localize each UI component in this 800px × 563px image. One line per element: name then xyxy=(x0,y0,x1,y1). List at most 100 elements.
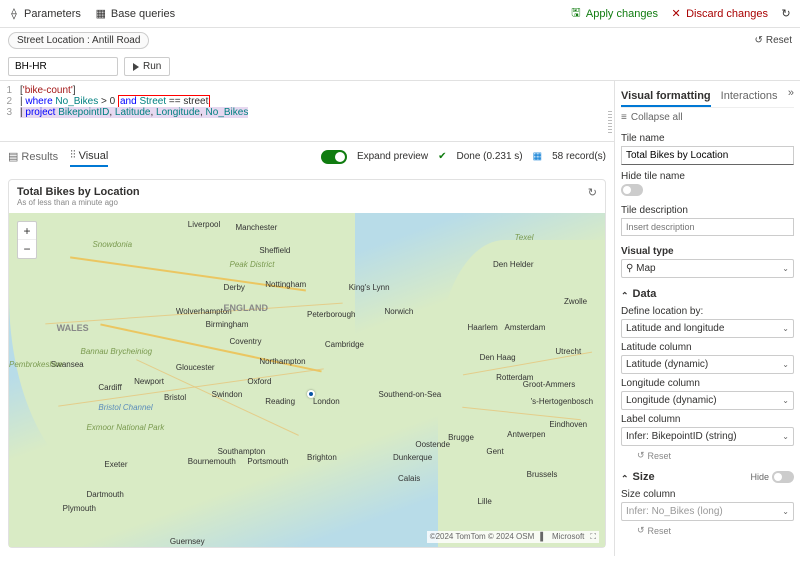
city-label: King's Lynn xyxy=(349,283,390,292)
parameters-label: Parameters xyxy=(24,8,81,20)
city-label: Zwolle xyxy=(564,297,587,306)
tab-visual-formatting[interactable]: Visual formatting xyxy=(621,87,711,107)
city-label: Dunkerque xyxy=(393,453,432,462)
save-icon: 🖫 xyxy=(570,8,582,20)
refresh-button[interactable]: ↻ xyxy=(780,8,792,20)
query-name-input[interactable] xyxy=(8,57,118,76)
latitude-column-label: Latitude column xyxy=(621,342,794,353)
label-column-select[interactable]: Infer: BikepointID (string)⌄ xyxy=(621,427,794,446)
city-label: Bristol xyxy=(164,393,186,402)
city-label: Bournemouth xyxy=(188,457,236,466)
undo-icon: ↺ xyxy=(637,450,645,461)
undo-icon: ↺ xyxy=(637,525,645,536)
parameters-button[interactable]: ⟠ Parameters xyxy=(8,8,81,20)
size-section-header[interactable]: ⌄ Size Hide xyxy=(621,469,794,485)
latitude-column-select[interactable]: Latitude (dynamic)⌄ xyxy=(621,355,794,374)
city-label: Cambridge xyxy=(325,340,364,349)
zoom-control: + − xyxy=(17,221,37,259)
collapse-all-button[interactable]: ≡Collapse all xyxy=(621,108,794,127)
tile-desc-label: Tile description xyxy=(621,205,794,216)
country-label: WALES xyxy=(57,323,89,333)
longitude-column-select[interactable]: Longitude (dynamic)⌄ xyxy=(621,391,794,410)
queries-icon: ▦ xyxy=(95,8,107,20)
filter-pill[interactable]: Street Location : Antill Road xyxy=(8,32,149,49)
city-label: Liverpool xyxy=(188,220,220,229)
map-canvas[interactable]: + − Liverpool Manchester Sheffield Peak … xyxy=(9,213,605,547)
chevron-up-icon: ⌄ xyxy=(621,289,629,300)
city-label: Exeter xyxy=(104,460,127,469)
define-location-label: Define location by: xyxy=(621,306,794,317)
city-label: Portsmouth xyxy=(247,457,288,466)
city-label: Den Helder xyxy=(493,260,533,269)
map-attribution: ©2024 TomTom © 2024 OSM▌Microsoft ⛶ xyxy=(427,531,599,543)
city-label: Lille xyxy=(478,497,492,506)
city-label: Amsterdam xyxy=(505,323,546,332)
chevron-down-icon: ⌄ xyxy=(782,507,789,516)
tile-name-input[interactable] xyxy=(621,146,794,165)
tab-results[interactable]: ▤Results xyxy=(8,147,58,166)
city-label: Oostende xyxy=(415,440,450,449)
play-icon xyxy=(133,63,139,71)
size-column-label: Size column xyxy=(621,489,794,500)
tile-name-label: Tile name xyxy=(621,133,794,144)
editor-grip[interactable] xyxy=(608,111,612,135)
apply-label: Apply changes xyxy=(586,8,658,20)
chevron-down-icon: ⌄ xyxy=(782,432,789,441)
done-label: Done (0.231 s) xyxy=(456,151,522,162)
hide-tile-name-label: Hide tile name xyxy=(621,171,794,182)
chevron-down-icon: ⌄ xyxy=(782,324,789,333)
city-label: Coventry xyxy=(230,337,262,346)
city-label: Reading xyxy=(265,397,295,406)
tab-interactions[interactable]: Interactions xyxy=(721,87,778,107)
records-icon: ▦ xyxy=(533,151,542,162)
parameters-icon: ⟠ xyxy=(8,8,20,20)
map-pin[interactable] xyxy=(307,390,315,398)
city-label: Birmingham xyxy=(206,320,249,329)
map-expand-icon[interactable]: ⛶ xyxy=(590,532,596,542)
base-queries-button[interactable]: ▦Base queries xyxy=(95,8,175,20)
zoom-in-button[interactable]: + xyxy=(18,222,36,240)
define-location-select[interactable]: Latitude and longitude⌄ xyxy=(621,319,794,338)
city-label: Gent xyxy=(486,447,503,456)
run-button[interactable]: Run xyxy=(124,57,170,76)
tab-visual[interactable]: ⫶⫶Visual xyxy=(70,146,108,167)
data-reset-button[interactable]: ↺Reset xyxy=(621,450,794,461)
city-label: Manchester xyxy=(235,223,277,232)
country-label: ENGLAND xyxy=(224,303,269,313)
city-label: Oxford xyxy=(247,377,271,386)
chevron-down-icon: ⌄ xyxy=(782,360,789,369)
longitude-column-label: Longitude column xyxy=(621,378,794,389)
hide-tile-name-toggle[interactable] xyxy=(621,184,643,196)
city-label: Dartmouth xyxy=(86,490,123,499)
chevron-down-icon: ⌄ xyxy=(782,264,789,273)
city-label: Northampton xyxy=(259,357,305,366)
size-hide-toggle[interactable] xyxy=(772,471,794,483)
region-label: Peak District xyxy=(230,260,275,269)
map-tile: Total Bikes by Location As of less than … xyxy=(8,179,606,548)
query-editor[interactable]: 1['bike-count'] 2| where No_Bikes > 0 an… xyxy=(0,81,614,141)
label-column-label: Label column xyxy=(621,414,794,425)
visual-type-select[interactable]: ⚲ Map⌄ xyxy=(621,259,794,278)
tile-desc-input[interactable] xyxy=(621,218,794,236)
region-label: Snowdonia xyxy=(92,240,132,249)
city-label: Peterborough xyxy=(307,310,355,319)
city-label: Utrecht xyxy=(555,347,581,356)
city-label: Brugge xyxy=(448,433,474,442)
reset-filters-button[interactable]: ↺Reset xyxy=(754,35,792,46)
expand-preview-toggle[interactable] xyxy=(321,150,347,164)
data-section-header[interactable]: ⌄Data xyxy=(621,286,794,302)
zoom-out-button[interactable]: − xyxy=(18,240,36,258)
tile-refresh-button[interactable]: ↻ xyxy=(588,186,597,199)
size-reset-button[interactable]: ↺Reset xyxy=(621,525,794,536)
city-label: Nottingham xyxy=(265,280,306,289)
discard-label: Discard changes xyxy=(686,8,768,20)
discard-changes-button[interactable]: ✕Discard changes xyxy=(670,8,768,20)
city-label: Haarlem xyxy=(468,323,498,332)
run-label: Run xyxy=(143,61,161,72)
size-column-select[interactable]: Infer: No_Bikes (long)⌄ xyxy=(621,502,794,521)
expand-label: Expand preview xyxy=(357,151,428,162)
apply-changes-button[interactable]: 🖫 Apply changes xyxy=(570,8,658,20)
region-label: Pembrokeshire xyxy=(9,360,63,369)
chart-icon: ⫶⫶ xyxy=(70,149,76,162)
collapse-panel-icon[interactable]: » xyxy=(788,87,794,107)
